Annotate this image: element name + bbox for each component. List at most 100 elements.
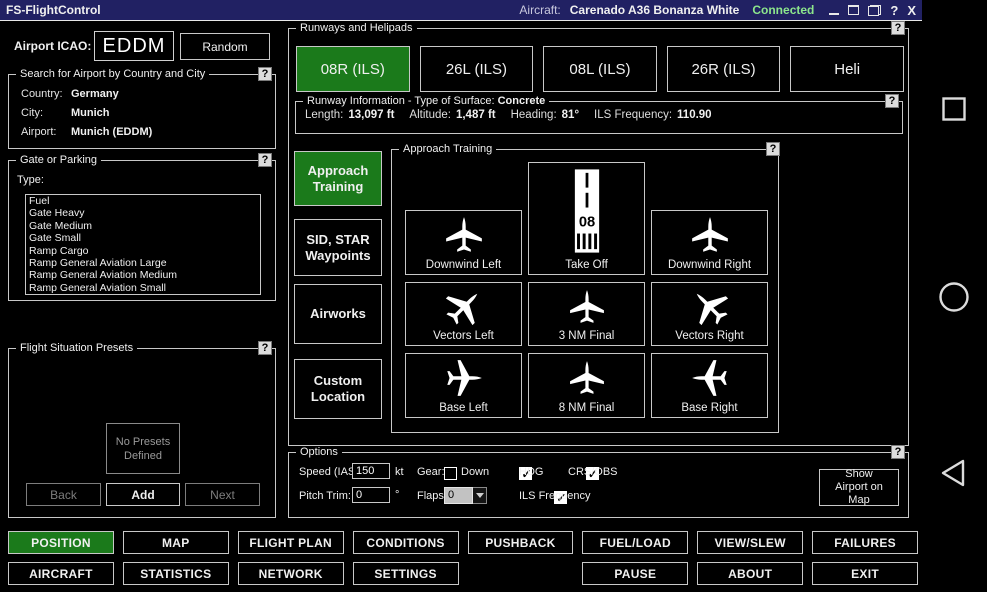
plane-right-icon — [445, 359, 483, 397]
mode-airworks-button[interactable]: Airworks — [294, 284, 382, 344]
gate-type-label: Type: — [17, 174, 275, 186]
pitch-trim-input[interactable] — [352, 487, 390, 503]
runways-help-icon[interactable]: ? — [891, 21, 905, 35]
nav-flight-plan-button[interactable]: FLIGHT PLAN — [238, 531, 344, 554]
nav-fuel-load-button[interactable]: FUEL/LOAD — [582, 531, 688, 554]
hdg-label: HDG — [519, 466, 543, 478]
recents-square-icon[interactable] — [941, 96, 967, 127]
nav-network-button[interactable]: NETWORK — [238, 562, 344, 585]
mode-approach-training-button[interactable]: Approach Training — [294, 151, 382, 206]
search-airport-row: Airport: Munich (EDDM) — [21, 126, 275, 138]
restore-icon[interactable] — [868, 5, 881, 16]
city-value[interactable]: Munich — [71, 107, 110, 119]
plane-up-icon — [569, 289, 605, 325]
back-triangle-icon[interactable] — [939, 457, 967, 494]
nav-map-button[interactable]: MAP — [123, 531, 229, 554]
nav-failures-button[interactable]: FAILURES — [812, 531, 918, 554]
approach-cell-downwind-right[interactable]: Downwind Right — [651, 210, 768, 275]
country-value[interactable]: Germany — [71, 88, 119, 100]
nav-conditions-button[interactable]: CONDITIONS — [353, 531, 459, 554]
plane-left-icon — [691, 359, 729, 397]
flaps-dropdown[interactable]: 0 — [444, 487, 487, 504]
approach-cell-8nm-final[interactable]: 8 NM Final — [528, 353, 645, 418]
list-item[interactable]: Ramp General Aviation Small — [29, 282, 260, 294]
list-item[interactable]: Gate Heavy — [29, 207, 260, 219]
mode-custom-location-button[interactable]: Custom Location — [294, 359, 382, 419]
runway-altitude: Altitude:1,487 ft — [409, 109, 495, 121]
airport-icao-input[interactable] — [94, 31, 174, 61]
runway-icon: 08 — [561, 167, 613, 255]
approach-cell-vectors-right[interactable]: Vectors Right — [651, 282, 768, 346]
close-icon[interactable]: X — [907, 3, 916, 18]
airport-value[interactable]: Munich (EDDM) — [71, 126, 152, 138]
no-presets-placeholder: No Presets Defined — [106, 423, 180, 474]
gate-group-legend: Gate or Parking — [16, 154, 101, 166]
approach-cell-take-off[interactable]: 08 Take Off — [528, 162, 645, 275]
gate-help-icon[interactable]: ? — [258, 153, 272, 167]
nav-about-button[interactable]: ABOUT — [697, 562, 803, 585]
plane-up-icon — [569, 360, 605, 396]
nav-view-slew-button[interactable]: VIEW/SLEW — [697, 531, 803, 554]
nav-settings-button[interactable]: SETTINGS — [353, 562, 459, 585]
gear-down-checkbox[interactable] — [444, 467, 457, 480]
flaps-value: 0 — [444, 487, 473, 504]
cell-label: Base Left — [439, 402, 488, 417]
runway-length: Length:13,097 ft — [305, 109, 394, 121]
presets-add-button[interactable]: Add — [106, 483, 180, 506]
approach-cell-3nm-final[interactable]: 3 NM Final — [528, 282, 645, 346]
list-item[interactable]: Ramp General Aviation Large — [29, 257, 260, 269]
list-item[interactable]: Fuel — [29, 195, 260, 207]
runway-info-help-icon[interactable]: ? — [885, 94, 899, 108]
presets-help-icon[interactable]: ? — [258, 341, 272, 355]
list-item[interactable]: Ramp General Aviation Medium — [29, 269, 260, 281]
airport-label: Airport: — [21, 126, 71, 138]
nav-statistics-button[interactable]: STATISTICS — [123, 562, 229, 585]
search-airport-group: Search for Airport by Country and City ?… — [8, 74, 276, 149]
maximize-icon[interactable] — [848, 5, 859, 15]
nav-aircraft-button[interactable]: AIRCRAFT — [8, 562, 114, 585]
nav-exit-button[interactable]: EXIT — [812, 562, 918, 585]
flaps-dropdown-button[interactable] — [473, 487, 487, 504]
nav-pause-button[interactable]: PAUSE — [582, 562, 688, 585]
ils-frequency-label: ILS Frequency — [519, 490, 591, 502]
speed-input[interactable] — [352, 463, 390, 479]
search-help-icon[interactable]: ? — [258, 67, 272, 81]
runway-info-legend: Runway Information - Type of Surface: Co… — [303, 95, 549, 107]
options-group: Options ? Speed (IAS): kt Gear: Down HDG… — [288, 452, 909, 518]
mode-sid-star-waypoints-button[interactable]: SID, STAR Waypoints — [294, 219, 382, 276]
list-item[interactable]: Ramp Cargo — [29, 245, 260, 257]
approach-cell-base-right[interactable]: Base Right — [651, 353, 768, 418]
runway-button-08r[interactable]: 08R (ILS) — [296, 46, 410, 92]
list-item[interactable]: Gate Medium — [29, 220, 260, 232]
approach-help-icon[interactable]: ? — [766, 142, 780, 156]
minimize-icon[interactable] — [829, 6, 839, 15]
runway-ils-frequency: ILS Frequency:110.90 — [594, 109, 712, 121]
help-icon[interactable]: ? — [890, 3, 898, 18]
show-airport-on-map-button[interactable]: Show Airport on Map — [819, 469, 899, 506]
random-airport-button[interactable]: Random — [180, 33, 270, 60]
list-item[interactable]: Gate Small — [29, 232, 260, 244]
approach-cell-vectors-left[interactable]: Vectors Left — [405, 282, 522, 346]
gate-type-listbox[interactable]: Fuel Gate Heavy Gate Medium Gate Small R… — [25, 194, 261, 295]
approach-cell-downwind-left[interactable]: Downwind Left — [405, 210, 522, 275]
presets-next-button[interactable]: Next — [185, 483, 260, 506]
connection-status: Connected — [752, 3, 814, 17]
runway-button-08l[interactable]: 08L (ILS) — [543, 46, 657, 92]
cell-label: 3 NM Final — [559, 330, 615, 345]
airport-icao-label: Airport ICAO: — [14, 39, 91, 53]
approach-cell-base-left[interactable]: Base Left — [405, 353, 522, 418]
nav-pushback-button[interactable]: PUSHBACK — [468, 531, 574, 554]
runway-button-26l[interactable]: 26L (ILS) — [420, 46, 534, 92]
runway-button-26r[interactable]: 26R (ILS) — [667, 46, 781, 92]
runway-number: 08 — [578, 215, 594, 231]
approach-group-legend: Approach Training — [399, 143, 496, 155]
runway-button-heli[interactable]: Heli — [790, 46, 904, 92]
home-circle-icon[interactable] — [938, 281, 970, 318]
pitch-trim-label: Pitch Trim: — [299, 490, 351, 502]
presets-back-button[interactable]: Back — [26, 483, 101, 506]
city-label: City: — [21, 107, 71, 119]
options-help-icon[interactable]: ? — [891, 445, 905, 459]
runways-group-legend: Runways and Helipads — [296, 22, 417, 34]
nav-position-button[interactable]: POSITION — [8, 531, 114, 554]
crs-obs-label: CRS/OBS — [568, 466, 618, 478]
